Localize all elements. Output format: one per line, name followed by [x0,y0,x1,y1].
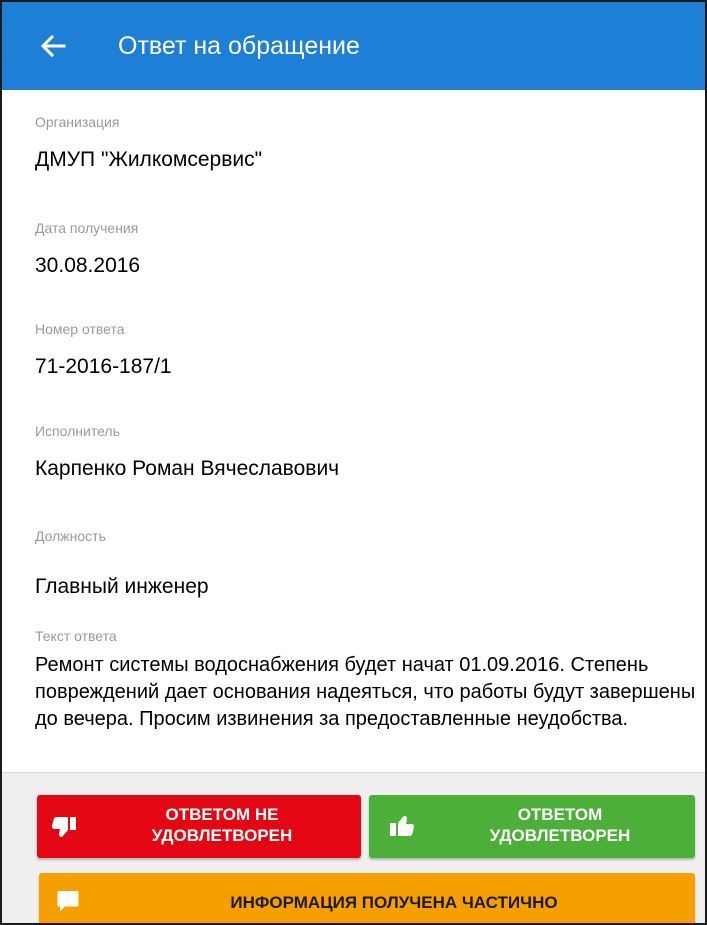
partial-info-button[interactable]: ИНФОРМАЦИЯ ПОЛУЧЕНА ЧАСТИЧНО [39,873,695,923]
answer-number-label: Номер ответа [35,321,125,337]
app-bar: Ответ на обращение [2,2,705,90]
not-satisfied-button[interactable]: ОТВЕТОМ НЕ УДОВЛЕТВОРЕН [37,795,361,858]
satisfied-line2: УДОВЛЕТВОРЕН [489,826,631,845]
answer-text-label: Текст ответа [35,628,117,644]
page-title: Ответ на обращение [118,32,360,60]
executor-label: Исполнитель [35,423,120,439]
answer-details: Организация ДМУП "Жилкомсервис" Дата пол… [2,90,705,772]
satisfied-line1: ОТВЕТОМ [517,805,603,824]
position-label: Должность [35,528,106,544]
received-date-value: 30.08.2016 [35,254,141,277]
organization-label: Организация [35,114,120,130]
app-screen: Ответ на обращение Организация ДМУП "Жил… [0,0,707,925]
thumbs-down-icon [51,817,76,837]
satisfied-button[interactable]: ОТВЕТОМ УДОВЛЕТВОРЕН [369,795,695,858]
action-panel: ОТВЕТОМ НЕ УДОВЛЕТВОРЕН ОТВЕТОМ УДОВЛЕТВ… [2,772,705,923]
position-value: Главный инженер [35,575,209,598]
arrow-left-icon [40,34,66,58]
comment-icon [57,891,79,912]
partial-info-label: ИНФОРМАЦИЯ ПОЛУЧЕНА ЧАСТИЧНО [230,893,558,912]
not-satisfied-line1: ОТВЕТОМ НЕ [165,805,279,824]
received-date-label: Дата получения [35,220,139,236]
not-satisfied-line2: УДОВЛЕТВОРЕН [151,826,293,845]
organization-value: ДМУП "Жилкомсервис" [35,148,263,171]
back-button[interactable] [36,28,72,64]
answer-text-value: Ремонт системы водоснабжения будет начат… [35,654,696,730]
thumbs-up-icon [390,816,415,836]
answer-number-value: 71-2016-187/1 [35,355,172,378]
executor-value: Карпенко Роман Вячеславович [35,457,340,480]
